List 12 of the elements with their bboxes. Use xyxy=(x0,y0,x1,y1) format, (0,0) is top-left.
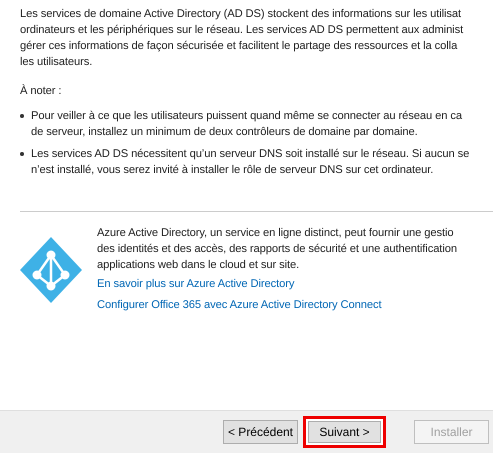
link[interactable]: Configurer Office 365 avec Azure Active Directory Connect xyxy=(97,297,382,313)
azure-directory-icon xyxy=(20,237,82,303)
note-text: Les services AD DS nécessitent qu’un serveur DNS soit installé sur le réseau. Si aucun se n’est installé, vous serez invité à installer le rôle de serveur DNS sur cet ordinateur. xyxy=(31,147,470,178)
wizard-button[interactable]: < Précédent xyxy=(223,420,298,444)
wizard-button[interactable]: Suivant > xyxy=(303,416,386,448)
intro-paragraph: Les services de domaine Active Directory (AD DS) stockent des informations sur les utilisat ordinateurs et les périphériques sur le réseau. Les services AD DS permettent aux administ gérer ces informations de façon sécurisée et facilitent le partage des ressources et la colla les utilisateurs. xyxy=(20,7,464,70)
bullet-icon xyxy=(20,114,24,118)
bullet-icon xyxy=(20,152,24,156)
link[interactable]: En savoir plus sur Azure Active Directory xyxy=(97,276,294,292)
azure-description: Azure Active Directory, un service en ligne distinct, peut fournir une gestio des identités et des accès, des rapports de sécurité et une authentification applications web dans le cloud et sur site. xyxy=(97,226,457,273)
note-text: Pour veiller à ce que les utilisateurs puissent quand même se connecter au réseau en ca de serveur, installez un minimum de deux contrôleurs de domaine par domaine. xyxy=(31,109,462,140)
note-heading: À noter : xyxy=(20,83,62,99)
